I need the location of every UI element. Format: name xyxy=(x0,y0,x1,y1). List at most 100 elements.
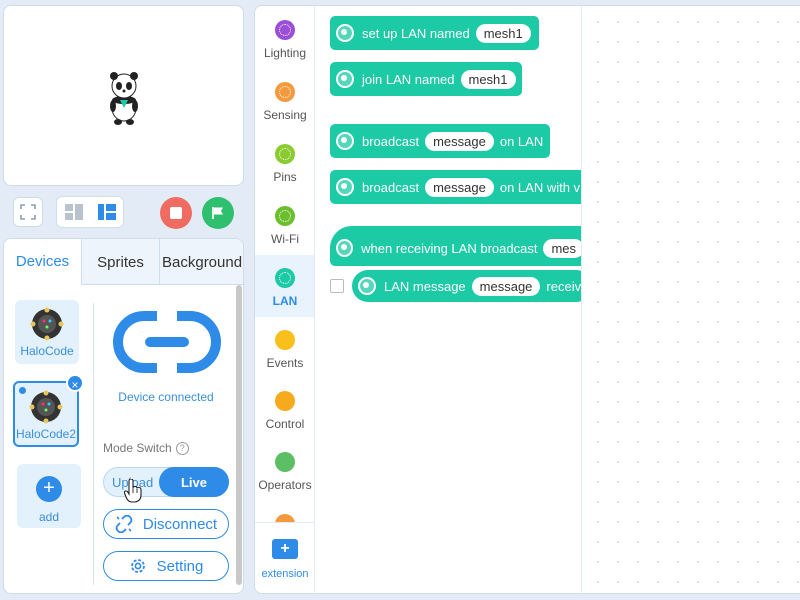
block-text: on LAN xyxy=(499,133,544,149)
fullscreen-icon xyxy=(20,204,36,220)
panel-scrollbar[interactable] xyxy=(236,285,242,585)
mode-live-option[interactable]: Live xyxy=(159,467,229,497)
block-lan-message-received[interactable]: LAN message message receiv xyxy=(352,270,581,302)
category-sensing[interactable]: Sensing xyxy=(255,78,314,140)
add-label: add xyxy=(38,510,60,524)
stage-layout-toggle[interactable] xyxy=(56,196,124,228)
stop-icon xyxy=(170,207,182,219)
small-stage-button[interactable] xyxy=(57,197,90,227)
block-palette: set up LAN named mesh1 join LAN named me… xyxy=(315,5,581,594)
setting-button[interactable]: Setting xyxy=(103,551,229,581)
control-icon xyxy=(275,391,295,411)
device-card-halocode2[interactable]: × HaloCode2 xyxy=(13,374,84,447)
lan-block-icon xyxy=(336,70,354,88)
halocode-board-icon xyxy=(30,307,64,341)
connection-status: Device connected xyxy=(118,390,214,404)
category-label: Events xyxy=(266,356,304,370)
block-text: receiv xyxy=(546,278,581,294)
category-lighting[interactable]: Lighting xyxy=(255,16,314,78)
lan-name-input[interactable]: mesh1 xyxy=(460,69,516,89)
category-label: Lighting xyxy=(263,46,307,60)
devices-panel: Devices Sprites Background HaloCode × Ha… xyxy=(3,238,244,594)
extension-button[interactable]: + extension xyxy=(255,522,314,593)
sensing-icon xyxy=(275,82,295,102)
block-text: LAN message xyxy=(384,278,466,294)
panel-tabs: Devices Sprites Background xyxy=(4,239,243,285)
lan-block-icon xyxy=(336,239,354,257)
help-icon[interactable]: ? xyxy=(175,441,189,455)
unlink-icon xyxy=(115,515,133,533)
category-events[interactable]: Events xyxy=(255,326,314,388)
block-broadcast[interactable]: broadcast message on LAN xyxy=(330,124,550,158)
link-connected-icon xyxy=(113,311,221,373)
device-card-halocode[interactable]: HaloCode xyxy=(15,300,79,364)
disconnect-button[interactable]: Disconnect xyxy=(103,509,229,539)
message-input[interactable]: message xyxy=(425,131,494,151)
tab-devices[interactable]: Devices xyxy=(4,239,82,285)
remove-device-button[interactable]: × xyxy=(66,374,84,392)
category-label: Control xyxy=(265,417,305,431)
extension-label: extension xyxy=(261,568,309,580)
category-label: Pins xyxy=(273,170,297,184)
message-input[interactable]: message xyxy=(425,177,494,197)
mode-switch-text: Mode Switch xyxy=(103,441,172,455)
block-text: set up LAN named xyxy=(362,25,470,41)
lan-icon xyxy=(275,268,295,288)
pins-icon xyxy=(275,144,295,164)
mode-switch-label: Mode Switch ? xyxy=(103,441,189,455)
stop-button[interactable] xyxy=(160,197,192,229)
add-extension-icon: + xyxy=(272,539,298,559)
setting-label: Setting xyxy=(156,557,204,575)
divider xyxy=(93,303,94,585)
message-input[interactable]: mes xyxy=(543,238,581,258)
lan-block-icon xyxy=(358,277,376,295)
panda-sprite[interactable] xyxy=(104,70,144,126)
lan-message-checkbox[interactable] xyxy=(330,279,344,293)
message-input[interactable]: message xyxy=(471,276,541,296)
block-join-lan[interactable]: join LAN named mesh1 xyxy=(330,62,522,96)
category-label: Operators xyxy=(258,478,312,492)
category-label: LAN xyxy=(272,294,298,308)
selected-dot-icon xyxy=(19,387,26,394)
disconnect-label: Disconnect xyxy=(142,515,218,533)
block-set-up-lan[interactable]: set up LAN named mesh1 xyxy=(330,16,539,50)
block-text: join LAN named xyxy=(362,71,455,87)
fullscreen-button[interactable] xyxy=(13,197,43,227)
events-icon xyxy=(275,330,295,350)
large-stage-icon xyxy=(97,204,116,220)
script-workspace[interactable] xyxy=(581,5,800,594)
lan-name-input[interactable]: mesh1 xyxy=(475,23,531,43)
lan-block-icon xyxy=(336,132,354,150)
category-label: Wi-Fi xyxy=(271,232,299,246)
device-label: HaloCode xyxy=(20,344,74,358)
mode-switch-toggle[interactable]: Upload Live xyxy=(103,467,229,497)
category-operators[interactable]: Operators xyxy=(255,448,314,510)
block-broadcast-with-value[interactable]: broadcast message on LAN with v xyxy=(330,170,581,204)
stage[interactable] xyxy=(3,5,244,186)
large-stage-button[interactable] xyxy=(90,197,123,227)
plus-icon: + xyxy=(36,476,62,502)
category-label: Sensing xyxy=(263,108,307,122)
tab-sprites[interactable]: Sprites xyxy=(82,239,160,285)
lighting-icon xyxy=(275,20,295,40)
block-text: broadcast xyxy=(362,179,420,195)
flag-icon xyxy=(212,207,223,219)
add-device-button[interactable]: + add xyxy=(17,464,81,528)
halocode-board-icon xyxy=(29,390,63,424)
hand-cursor-icon xyxy=(124,479,142,503)
green-flag-button[interactable] xyxy=(202,197,234,229)
tab-background[interactable]: Background xyxy=(160,239,243,285)
block-text: broadcast xyxy=(362,133,420,149)
category-lan[interactable]: LAN xyxy=(255,255,314,317)
wifi-icon xyxy=(275,206,295,226)
operators-icon xyxy=(275,452,295,472)
block-when-receiving-broadcast[interactable]: when receiving LAN broadcast mes xyxy=(330,226,581,266)
gear-icon xyxy=(130,559,145,573)
lan-block-icon xyxy=(336,24,354,42)
block-text: when receiving LAN broadcast xyxy=(361,240,538,256)
small-stage-icon xyxy=(64,204,83,220)
category-control[interactable]: Control xyxy=(255,387,314,449)
category-pins[interactable]: Pins xyxy=(255,140,314,202)
block-categories: Lighting Sensing Pins Wi-Fi LAN Events C… xyxy=(254,5,315,594)
lan-block-icon xyxy=(336,178,354,196)
